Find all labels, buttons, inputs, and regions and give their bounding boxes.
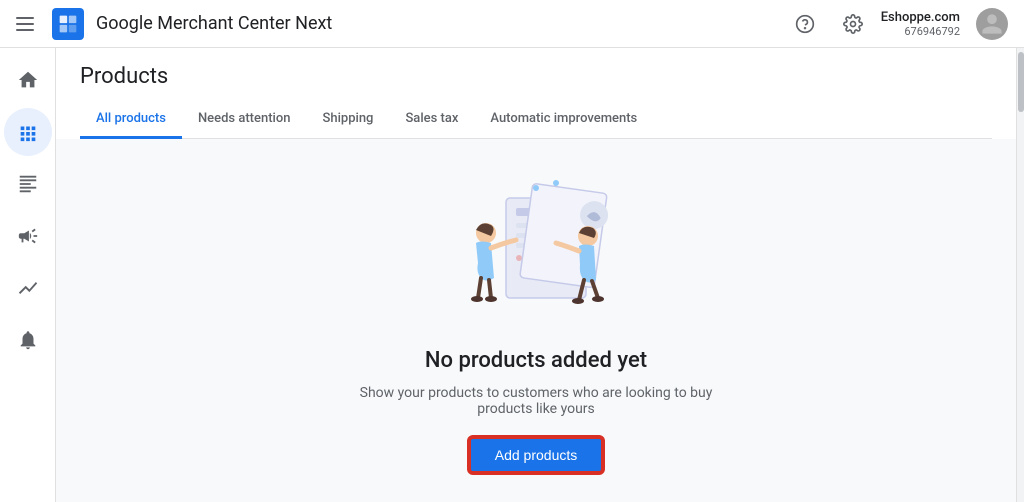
header: Google Merchant Center Next Eshoppe.com … (0, 0, 1024, 48)
sidebar-item-notifications[interactable] (4, 316, 52, 364)
content-area: Products All products Needs attention Sh… (56, 48, 1016, 502)
tab-all-products[interactable]: All products (80, 101, 182, 139)
tab-needs-attention[interactable]: Needs attention (182, 101, 307, 139)
help-button[interactable] (785, 4, 825, 44)
empty-state-illustration (426, 168, 646, 328)
empty-state-subtitle: Show your products to customers who are … (336, 385, 736, 417)
add-products-button[interactable]: Add products (469, 437, 604, 473)
scrollbar-track (1016, 48, 1024, 502)
tabs-bar: All products Needs attention Shipping Sa… (80, 101, 992, 139)
scrollbar-thumb[interactable] (1018, 52, 1024, 112)
tab-shipping[interactable]: Shipping (306, 101, 389, 139)
app-title: Google Merchant Center Next (96, 13, 332, 34)
page-title: Products (80, 64, 992, 89)
sidebar-item-reports[interactable] (4, 160, 52, 208)
settings-button[interactable] (833, 4, 873, 44)
account-id: 676946792 (904, 25, 960, 38)
sidebar (0, 48, 56, 502)
tab-automatic-improvements[interactable]: Automatic improvements (474, 101, 653, 139)
account-info: Eshoppe.com 676946792 (881, 10, 960, 38)
avatar[interactable] (976, 8, 1008, 40)
page-header: Products All products Needs attention Sh… (56, 48, 1016, 139)
main-layout: Products All products Needs attention Sh… (0, 48, 1024, 502)
sidebar-item-performance[interactable] (4, 264, 52, 312)
sidebar-item-products[interactable] (4, 108, 52, 156)
header-left: Google Merchant Center Next (16, 8, 785, 40)
main-content: No products added yet Show your products… (56, 139, 1016, 502)
header-right: Eshoppe.com 676946792 (785, 4, 1008, 44)
account-name: Eshoppe.com (881, 10, 960, 25)
tab-sales-tax[interactable]: Sales tax (389, 101, 474, 139)
empty-state: No products added yet Show your products… (336, 168, 736, 473)
logo-icon (52, 8, 84, 40)
sidebar-item-home[interactable] (4, 56, 52, 104)
empty-state-title: No products added yet (425, 348, 647, 373)
sidebar-item-marketing[interactable] (4, 212, 52, 260)
menu-icon[interactable] (16, 12, 40, 36)
